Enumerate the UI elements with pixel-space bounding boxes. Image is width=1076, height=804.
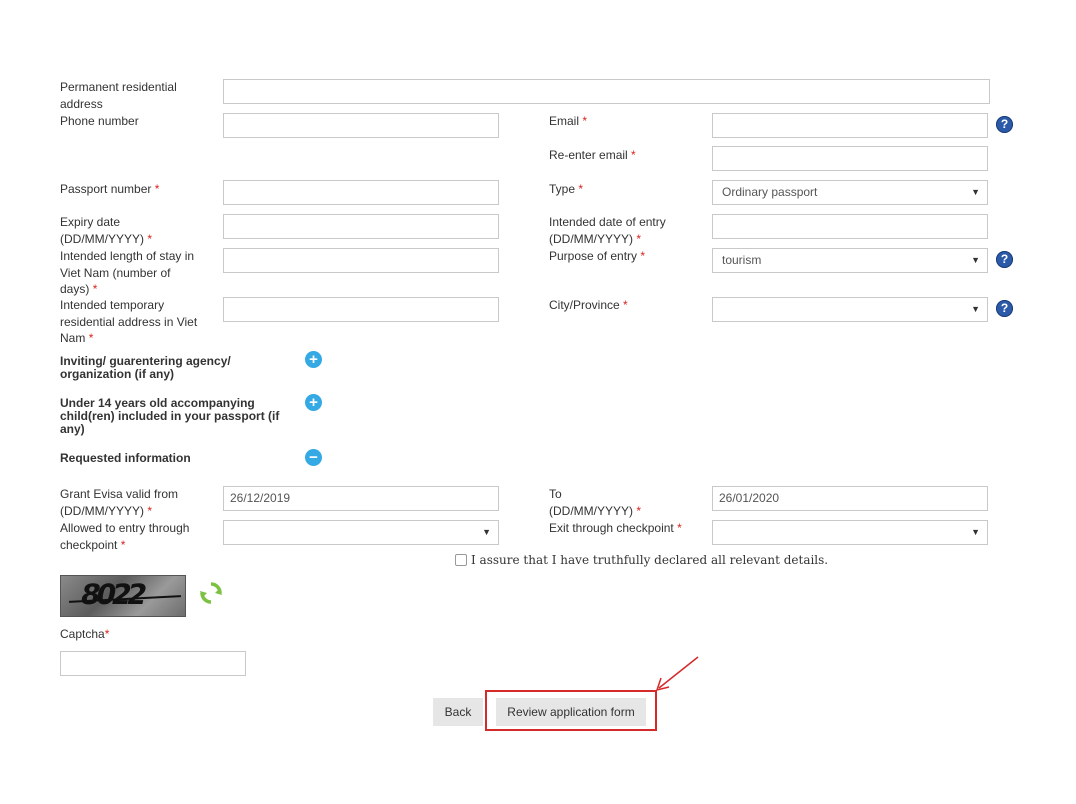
city-select[interactable]: ▼ (712, 297, 988, 322)
permanent-address-label: Permanent residential address (60, 80, 177, 111)
city-help-icon[interactable]: ? (996, 300, 1013, 317)
email-label: Email * (549, 114, 588, 128)
exit-checkpoint-label: Exit through checkpoint * (549, 521, 682, 535)
reenter-email-input[interactable] (712, 146, 988, 171)
chevron-down-icon: ▼ (971, 255, 980, 265)
purpose-value: tourism (722, 253, 762, 267)
chevron-down-icon: ▼ (971, 527, 980, 537)
valid-to-label: To (DD/MM/YYYY) * (549, 487, 642, 518)
email-help-icon[interactable]: ? (996, 116, 1013, 133)
phone-label: Phone number (60, 114, 139, 128)
reenter-email-label: Re-enter email * (549, 148, 636, 162)
phone-input[interactable] (223, 113, 499, 138)
refresh-icon[interactable] (198, 580, 224, 606)
assurance-text: I assure that I have truthfully declared… (471, 553, 829, 567)
chevron-down-icon: ▼ (971, 187, 980, 197)
valid-from-label: Grant Evisa valid from (DD/MM/YYYY) * (60, 487, 179, 518)
inviting-agency-add-icon[interactable]: + (305, 351, 322, 368)
captcha-image-text: 8022 (77, 578, 147, 611)
passport-number-input[interactable] (223, 180, 499, 205)
requested-info-label: Requested information (60, 451, 191, 465)
entry-checkpoint-label: Allowed to entry through checkpoint * (60, 521, 190, 552)
captcha-input[interactable] (60, 651, 246, 676)
annotation-arrow-icon (655, 656, 699, 692)
children-label: Under 14 years old accompanying child(re… (60, 396, 280, 436)
chevron-down-icon: ▼ (971, 304, 980, 314)
length-of-stay-label: Intended length of stay in Viet Nam (num… (60, 249, 195, 296)
back-button[interactable]: Back (433, 698, 483, 726)
email-input[interactable] (712, 113, 988, 138)
expiry-date-input[interactable] (223, 214, 499, 239)
passport-type-select[interactable]: Ordinary passport ▼ (712, 180, 988, 205)
entry-date-input[interactable] (712, 214, 988, 239)
passport-type-value: Ordinary passport (722, 185, 818, 199)
city-label: City/Province * (549, 298, 628, 312)
expiry-date-label: Expiry date (DD/MM/YYYY) * (60, 215, 153, 246)
passport-number-label: Passport number * (60, 182, 160, 196)
requested-info-collapse-icon[interactable]: − (305, 449, 322, 466)
length-of-stay-input[interactable] (223, 248, 499, 273)
purpose-help-icon[interactable]: ? (996, 251, 1013, 268)
chevron-down-icon: ▼ (482, 527, 491, 537)
captcha-image: 8022 (60, 575, 186, 617)
valid-from-input[interactable]: 26/12/2019 (223, 486, 499, 511)
permanent-address-input[interactable] (223, 79, 990, 104)
purpose-select[interactable]: tourism ▼ (712, 248, 988, 273)
purpose-label: Purpose of entry * (549, 249, 646, 263)
assurance-checkbox[interactable] (455, 554, 467, 566)
entry-checkpoint-select[interactable]: ▼ (223, 520, 499, 545)
children-add-icon[interactable]: + (305, 394, 322, 411)
exit-checkpoint-select[interactable]: ▼ (712, 520, 988, 545)
highlight-box (485, 690, 657, 731)
entry-date-label: Intended date of entry (DD/MM/YYYY) * (549, 215, 666, 246)
valid-to-input[interactable]: 26/01/2020 (712, 486, 988, 511)
temp-address-label: Intended temporary residential address i… (60, 298, 198, 345)
captcha-label: Captcha* (60, 627, 110, 641)
temp-address-input[interactable] (223, 297, 499, 322)
inviting-agency-label: Inviting/ guarentering agency/ organizat… (60, 354, 231, 381)
passport-type-label: Type * (549, 182, 584, 196)
